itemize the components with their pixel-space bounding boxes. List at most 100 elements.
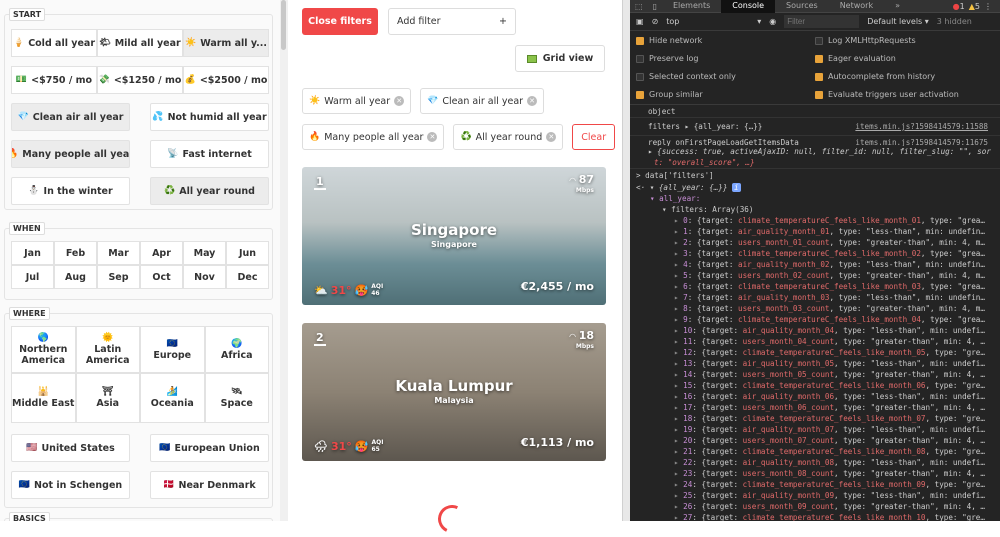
add-filter-button[interactable]: Add filter + — [388, 8, 516, 35]
filter-entry[interactable]: ▸ 6: {target: climate_temperatureC_feels… — [630, 281, 1000, 292]
filter-button[interactable]: 🌤 Mild all year — [97, 29, 183, 57]
filter-entry[interactable]: ▸ 26: {target: users_month_09_count, typ… — [630, 501, 1000, 512]
expand-icon[interactable]: ▸ — [674, 293, 683, 302]
grid-view-button[interactable]: Grid view — [515, 45, 605, 72]
expand-icon[interactable]: ▸ — [674, 458, 683, 467]
filter-entry[interactable]: ▸ 17: {target: users_month_06_count, typ… — [630, 402, 1000, 413]
filter-entry[interactable]: ▸ 12: {target: climate_temperatureC_feel… — [630, 347, 1000, 358]
remove-chip-icon[interactable]: ✕ — [546, 132, 557, 142]
expand-icon[interactable]: ▸ — [674, 337, 683, 346]
remove-chip-icon[interactable]: ✕ — [394, 96, 405, 106]
region-button[interactable]: ⛩ Asia — [75, 373, 140, 423]
expand-icon[interactable]: ▸ — [674, 282, 683, 291]
month-button[interactable]: Sep — [97, 265, 140, 289]
expand-icon[interactable]: ▸ — [674, 502, 683, 511]
filter-entry[interactable]: ▸ 0: {target: climate_temperatureC_feels… — [630, 215, 1000, 226]
checkbox[interactable] — [636, 36, 644, 45]
checkbox[interactable] — [636, 72, 644, 81]
remove-chip-icon[interactable]: ✕ — [527, 96, 538, 106]
filter-entry[interactable]: ▸ 22: {target: air_quality_month_08, typ… — [630, 457, 1000, 468]
city-card[interactable]: 1 ◠ 87 Mbps Singapore Singapore ⛅ 31° 🥵 AQI 46 €2,4… — [302, 167, 606, 305]
filter-entry[interactable]: ▸ 4: {target: air_quality_month_02, type… — [630, 259, 1000, 270]
checkbox[interactable] — [815, 36, 823, 45]
filter-button[interactable]: ⛄ In the winter — [11, 177, 130, 205]
warning-count[interactable]: ▲5 — [969, 2, 980, 11]
devtools-tab[interactable]: » — [884, 0, 911, 13]
close-filters-button[interactable]: Close filters — [302, 8, 378, 35]
panel-divider[interactable] — [622, 0, 630, 521]
filter-button[interactable]: 🇪🇺 European Union — [150, 434, 269, 462]
error-count[interactable]: ●1 — [953, 2, 965, 11]
checkbox[interactable] — [636, 90, 644, 99]
filter-entry[interactable]: ▸ 7: {target: air_quality_month_03, type… — [630, 292, 1000, 303]
month-button[interactable]: Apr — [140, 241, 183, 265]
filter-entry[interactable]: ▸ 3: {target: climate_temperatureC_feels… — [630, 248, 1000, 259]
result-line[interactable]: <· ▾ {all_year: {…}} i — [630, 182, 1000, 193]
filter-button[interactable]: 🍦 Cold all year — [11, 29, 97, 57]
expand-icon[interactable]: ▸ — [674, 513, 683, 521]
filter-entry[interactable]: ▸ 5: {target: users_month_02_count, type… — [630, 270, 1000, 281]
filter-entry[interactable]: ▸ 14: {target: users_month_05_count, typ… — [630, 369, 1000, 380]
console-setting[interactable]: Hide network — [636, 34, 815, 47]
console-setting[interactable]: Log XMLHttpRequests — [815, 34, 994, 47]
active-filter-chip[interactable]: 💎 Clean air all year ✕ — [420, 88, 545, 114]
devtools-tab[interactable]: Network — [829, 0, 884, 13]
checkbox[interactable] — [636, 54, 644, 63]
inspect-icon[interactable]: ⬚ — [630, 2, 648, 11]
expand-icon[interactable]: ▸ — [674, 216, 683, 225]
city-card[interactable]: 2 ◠ 18 Mbps Kuala Lumpur Malaysia 🌧 31° 🥵 AQI 65 €1… — [302, 323, 606, 461]
month-button[interactable]: Dec — [226, 265, 269, 289]
filter-button[interactable]: 💦 Not humid all year — [150, 103, 269, 131]
clear-filters-button[interactable]: Clear — [572, 124, 616, 150]
filter-entry[interactable]: ▸ 8: {target: users_month_03_count, type… — [630, 303, 1000, 314]
filter-button[interactable]: 🇩🇰 Near Denmark — [150, 471, 269, 499]
region-button[interactable]: 🛰 Space — [204, 373, 269, 423]
tree-node[interactable]: ▾ all_year: — [630, 193, 1000, 204]
filter-entry[interactable]: ▸ 23: {target: users_month_08_count, typ… — [630, 468, 1000, 479]
region-button[interactable]: 🇪🇺 Europe — [140, 326, 205, 373]
filter-entry[interactable]: ▸ 15: {target: climate_temperatureC_feel… — [630, 380, 1000, 391]
filter-button[interactable]: 💰 <$2500 / mo — [183, 66, 269, 94]
expand-icon[interactable]: ▸ — [674, 260, 683, 269]
filter-entry[interactable]: ▸ 27: {target: climate_temperatureC_feel… — [630, 512, 1000, 521]
filter-entry[interactable]: ▸ 19: {target: air_quality_month_07, typ… — [630, 424, 1000, 435]
devtools-tab[interactable]: Sources — [775, 0, 829, 13]
devtools-tab[interactable]: Console — [721, 0, 776, 13]
expand-icon[interactable]: ▸ — [674, 491, 683, 500]
expand-icon[interactable]: ▸ — [674, 381, 683, 390]
filter-button[interactable]: 🔥 Many people all year — [11, 140, 130, 168]
sidebar-scrollbar[interactable] — [280, 0, 288, 521]
expand-icon[interactable]: ▸ — [674, 436, 683, 445]
expand-icon[interactable]: ▸ — [674, 348, 683, 357]
filter-entry[interactable]: ▸ 18: {target: climate_temperatureC_feel… — [630, 413, 1000, 424]
filter-entry[interactable]: ▸ 16: {target: air_quality_month_06, typ… — [630, 391, 1000, 402]
filter-entry[interactable]: ▸ 20: {target: users_month_07_count, typ… — [630, 435, 1000, 446]
devtools-tab[interactable]: Elements — [662, 0, 721, 13]
region-button[interactable]: 🕌 Middle East — [11, 373, 76, 423]
month-button[interactable]: Jan — [11, 241, 54, 265]
expand-icon[interactable]: ▸ — [674, 249, 683, 258]
region-button[interactable]: 🌎 Northern America — [11, 326, 76, 373]
filter-button[interactable]: 🇺🇸 United States — [11, 434, 130, 462]
filter-entry[interactable]: ▸ 9: {target: climate_temperatureC_feels… — [630, 314, 1000, 325]
expand-icon[interactable]: ▸ — [674, 304, 683, 313]
context-select[interactable]: top ▾ — [666, 17, 761, 26]
source-link[interactable]: items.min.js?1598414579:11675 — [855, 137, 988, 146]
region-button[interactable]: 🌞 Latin America — [75, 326, 140, 373]
filter-button[interactable]: ♻️ All year round — [150, 177, 269, 205]
month-button[interactable]: Nov — [183, 265, 226, 289]
filter-button[interactable]: ☀️ Warm all y... — [183, 29, 269, 57]
expand-icon[interactable]: ▸ — [674, 238, 683, 247]
checkbox[interactable] — [815, 90, 823, 99]
more-icon[interactable]: ⋮ — [984, 2, 992, 11]
filter-button[interactable]: 💎 Clean air all year — [11, 103, 130, 131]
active-filter-chip[interactable]: ☀️ Warm all year ✕ — [302, 88, 412, 114]
filter-button[interactable]: 📡 Fast internet — [150, 140, 269, 168]
expand-icon[interactable]: ▸ — [674, 447, 683, 456]
expand-icon[interactable]: ▸ — [674, 414, 683, 423]
source-link[interactable]: items.min.js?1598414579:11588 — [855, 118, 988, 135]
expand-icon[interactable]: ▸ — [674, 227, 683, 236]
log-levels-select[interactable]: Default levels ▾ — [867, 17, 929, 26]
filter-entry[interactable]: ▸ 2: {target: users_month_01_count, type… — [630, 237, 1000, 248]
expand-icon[interactable]: ▸ — [674, 370, 683, 379]
